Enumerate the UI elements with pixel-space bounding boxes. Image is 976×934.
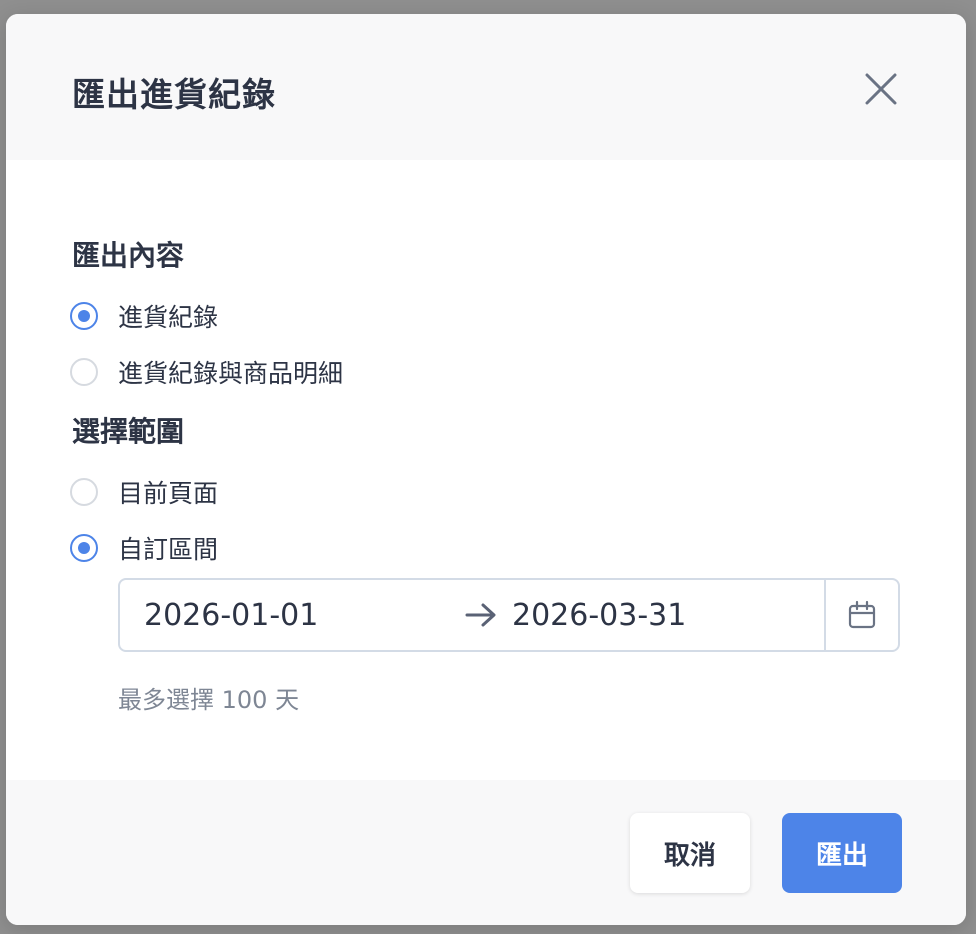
close-button[interactable] bbox=[858, 66, 904, 112]
close-icon bbox=[865, 73, 897, 105]
radio-option-custom-range[interactable]: 自訂區間 bbox=[70, 530, 218, 566]
export-dialog: 匯出進貨紀錄 匯出內容 進貨紀錄 進貨紀錄與商品明細 選擇範圍 目前頁面 自訂區… bbox=[6, 14, 966, 925]
calendar-button[interactable] bbox=[824, 580, 898, 650]
start-date-input[interactable]: 2026-01-01 bbox=[144, 598, 318, 633]
calendar-icon bbox=[848, 600, 876, 629]
dialog-title: 匯出進貨紀錄 bbox=[72, 75, 276, 114]
radio-option-records-with-items[interactable]: 進貨紀錄與商品明細 bbox=[70, 354, 343, 390]
arrow-right-icon bbox=[465, 603, 496, 627]
radio-label: 目前頁面 bbox=[118, 479, 219, 508]
radio-button[interactable] bbox=[70, 358, 98, 386]
radio-button[interactable] bbox=[70, 478, 98, 506]
export-button[interactable]: 匯出 bbox=[782, 813, 902, 893]
radio-button[interactable] bbox=[70, 302, 98, 330]
range-label: 選擇範圍 bbox=[72, 415, 185, 448]
dialog-header: 匯出進貨紀錄 bbox=[6, 14, 966, 160]
date-range-picker[interactable]: 2026-01-01 2026-03-31 bbox=[118, 578, 900, 652]
end-date-input[interactable]: 2026-03-31 bbox=[512, 598, 686, 633]
radio-option-records[interactable]: 進貨紀錄 bbox=[70, 298, 218, 334]
cancel-button[interactable]: 取消 bbox=[630, 813, 750, 893]
radio-option-current-page[interactable]: 目前頁面 bbox=[70, 474, 218, 510]
radio-button[interactable] bbox=[70, 534, 98, 562]
radio-label: 進貨紀錄 bbox=[118, 303, 219, 332]
dialog-body: 匯出內容 進貨紀錄 進貨紀錄與商品明細 選擇範圍 目前頁面 自訂區間 2026-… bbox=[6, 160, 966, 780]
dialog-footer: 取消 匯出 bbox=[6, 780, 966, 925]
range-hint: 最多選擇 100 天 bbox=[118, 686, 300, 714]
radio-label: 自訂區間 bbox=[118, 535, 219, 564]
export-content-label: 匯出內容 bbox=[72, 239, 185, 272]
radio-label: 進貨紀錄與商品明細 bbox=[118, 359, 344, 388]
